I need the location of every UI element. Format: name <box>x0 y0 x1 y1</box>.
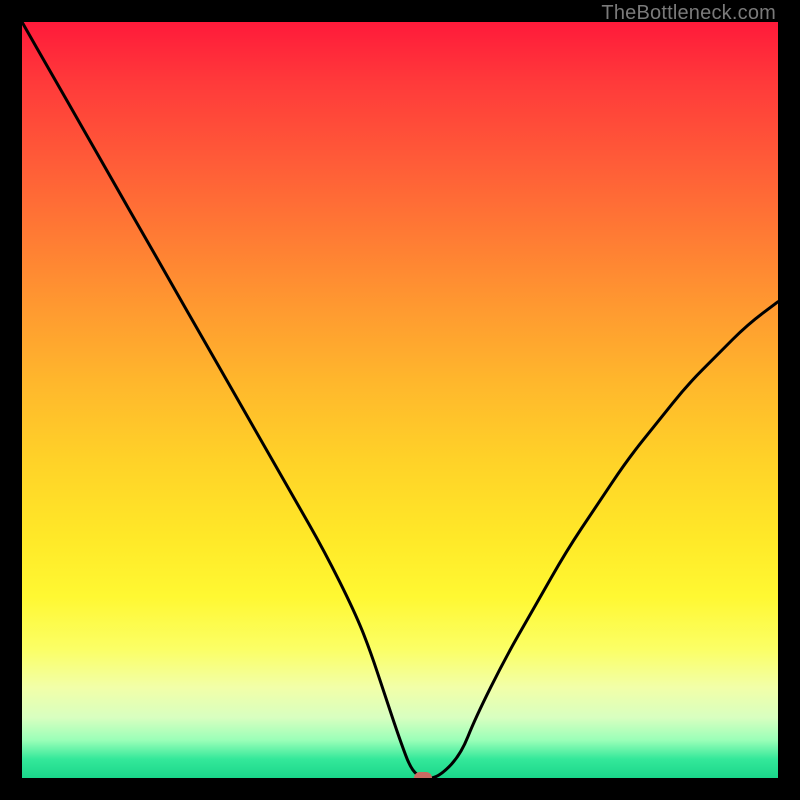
optimal-marker <box>414 772 432 778</box>
chart-frame: TheBottleneck.com <box>0 0 800 800</box>
bottleneck-curve <box>22 22 778 778</box>
plot-area <box>22 22 778 778</box>
